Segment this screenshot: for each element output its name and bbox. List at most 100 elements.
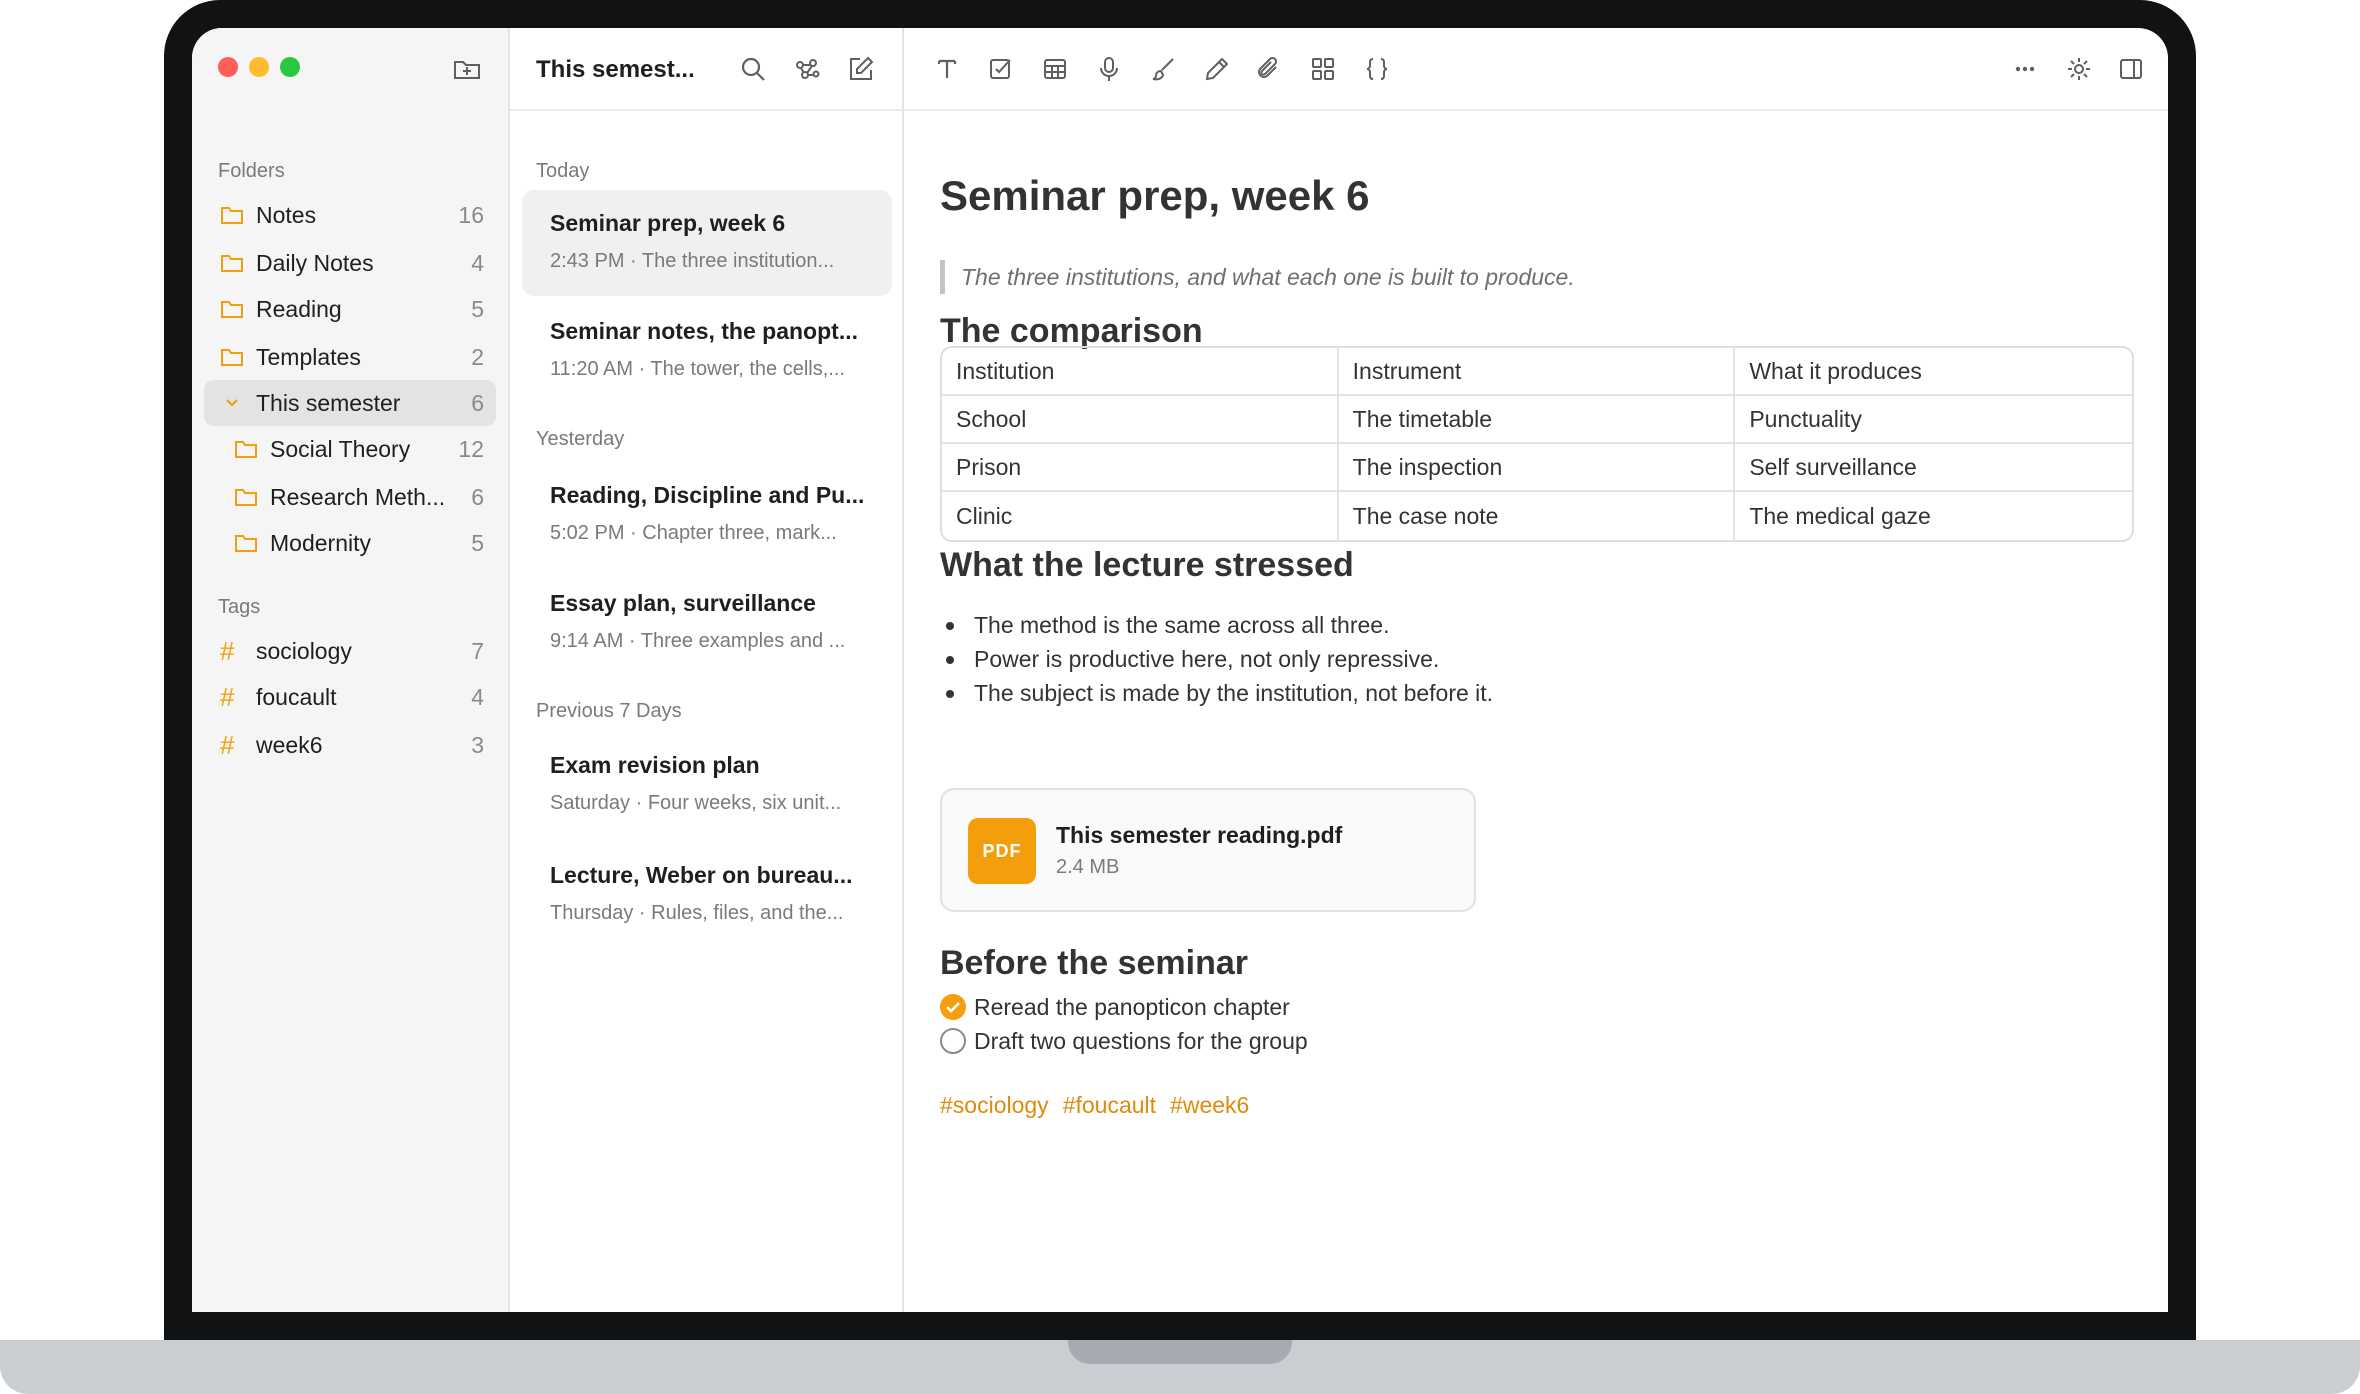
sidebar-item-templates[interactable]: Templates 2 — [204, 334, 496, 380]
text-format-icon[interactable] — [932, 54, 962, 84]
table-cell[interactable]: What it produces — [1735, 348, 2132, 396]
section-today: Today — [536, 160, 590, 182]
pen-icon[interactable] — [1202, 54, 1232, 84]
sidebar-tag-week6[interactable]: # week6 3 — [204, 722, 496, 768]
sidebar-item-label: week6 — [256, 731, 323, 758]
table-row: Prison The inspection Self surveillance — [942, 444, 2132, 492]
sidebar-item-notes[interactable]: Notes 16 — [204, 192, 496, 238]
checklist-icon[interactable] — [986, 54, 1016, 84]
list-item[interactable]: Essay plan, surveillance 9:14 AM · Three… — [522, 570, 892, 676]
sidebar-item-count: 16 — [458, 201, 484, 228]
list-item: The method is the same across all three. — [940, 608, 1493, 642]
table-cell[interactable]: The medical gaze — [1735, 492, 2132, 540]
list-item[interactable]: Seminar prep, week 6 2:43 PM · The three… — [522, 190, 892, 296]
note-title: Reading, Discipline and Pu... — [550, 482, 865, 508]
new-folder-icon[interactable] — [452, 54, 482, 84]
editor-toolbar — [904, 28, 2168, 111]
table-row: Clinic The case note The medical gaze — [942, 492, 2132, 540]
graph-icon[interactable] — [792, 54, 822, 84]
table-icon[interactable] — [1040, 54, 1070, 84]
list-item[interactable]: Reading, Discipline and Pu... 5:02 PM · … — [522, 462, 892, 568]
sidebar-tag-sociology[interactable]: # sociology 7 — [204, 628, 496, 674]
hash-icon: # — [220, 729, 235, 760]
sidebar-item-count: 7 — [471, 637, 484, 664]
sidebar-toggle-icon[interactable] — [2116, 54, 2146, 84]
section-yesterday: Yesterday — [536, 428, 625, 450]
table-cell[interactable]: Institution — [942, 348, 1339, 396]
sidebar-item-label: sociology — [256, 637, 352, 664]
section-previous-7-days: Previous 7 Days — [536, 700, 682, 722]
search-icon[interactable] — [738, 54, 768, 84]
compose-icon[interactable] — [846, 54, 876, 84]
table-cell[interactable]: The inspection — [1338, 444, 1736, 492]
more-icon[interactable] — [2010, 54, 2040, 84]
folder-icon — [234, 438, 258, 460]
heading-before-seminar: Before the seminar — [940, 944, 1248, 982]
sidebar-item-reading[interactable]: Reading 5 — [204, 286, 496, 332]
tag-link[interactable]: #sociology — [940, 1092, 1049, 1119]
app-window: Folders Notes 16 Daily Notes 4 Reading 5… — [192, 28, 2168, 1312]
minimize-window-button[interactable] — [249, 57, 269, 77]
list-item[interactable]: Lecture, Weber on bureau... Thursday · R… — [522, 842, 892, 948]
sidebar-item-count: 6 — [471, 389, 484, 416]
sidebar-item-label: Social Theory — [270, 435, 411, 462]
sidebar-titlebar — [192, 28, 508, 111]
note-tags: #sociology #foucault #week6 — [940, 1092, 1249, 1119]
unchecked-checkbox[interactable] — [940, 1028, 966, 1054]
sidebar-item-research-methods[interactable]: Research Meth... 6 — [204, 474, 496, 520]
folder-icon — [220, 252, 244, 274]
task-label: Reread the panopticon chapter — [974, 993, 1290, 1020]
folder-icon — [234, 532, 258, 554]
checked-checkbox[interactable] — [940, 994, 966, 1020]
table-cell[interactable]: Clinic — [942, 492, 1339, 540]
sidebar-item-label: Modernity — [270, 529, 371, 556]
sidebar-tag-foucault[interactable]: # foucault 4 — [204, 674, 496, 720]
note-list-title: This semest... — [536, 56, 695, 83]
sidebar-item-this-semester[interactable]: This semester 6 — [204, 380, 496, 426]
tag-link[interactable]: #foucault — [1063, 1092, 1156, 1119]
list-item[interactable]: Seminar notes, the panopt... 11:20 AM · … — [522, 298, 892, 404]
note-title: Exam revision plan — [550, 752, 760, 778]
sidebar-item-modernity[interactable]: Modernity 5 — [204, 520, 496, 566]
laptop-notch — [1068, 1340, 1292, 1364]
table-cell[interactable]: Self surveillance — [1735, 444, 2132, 492]
note-snippet: Saturday · Four weeks, six unit... — [550, 792, 842, 814]
task-item: Reread the panopticon chapter — [940, 990, 1290, 1024]
table-cell[interactable]: Prison — [942, 444, 1339, 492]
attachment-size: 2.4 MB — [1056, 856, 1120, 878]
grid-icon[interactable] — [1308, 54, 1338, 84]
table-cell[interactable]: The case note — [1339, 492, 1736, 540]
sidebar-item-daily-notes[interactable]: Daily Notes 4 — [204, 240, 496, 286]
table-row: Institution Instrument What it produces — [942, 348, 2132, 396]
folder-icon — [234, 486, 258, 508]
note-title: Lecture, Weber on bureau... — [550, 862, 853, 888]
table-cell[interactable]: The timetable — [1338, 396, 1736, 444]
bullet-list: The method is the same across all three.… — [940, 608, 1493, 710]
table-cell[interactable]: Instrument — [1338, 348, 1736, 396]
note-title: Seminar prep, week 6 — [550, 210, 786, 236]
brush-icon[interactable] — [1148, 54, 1178, 84]
note-snippet: 2:43 PM · The three institution... — [550, 250, 835, 272]
chevron-down-icon[interactable] — [220, 392, 244, 414]
close-window-button[interactable] — [218, 57, 238, 77]
table-cell[interactable]: Punctuality — [1735, 396, 2132, 444]
paperclip-icon[interactable] — [1254, 54, 1284, 84]
list-item: The subject is made by the institution, … — [940, 676, 1493, 710]
tag-link[interactable]: #week6 — [1170, 1092, 1249, 1119]
sidebar-item-label: Templates — [256, 343, 361, 370]
table-row: School The timetable Punctuality — [942, 396, 2132, 444]
note-snippet: 9:14 AM · Three examples and ... — [550, 630, 846, 652]
note-snippet: 5:02 PM · Chapter three, mark... — [550, 522, 837, 544]
sidebar-item-social-theory[interactable]: Social Theory 12 — [204, 426, 496, 472]
sidebar-item-count: 6 — [471, 483, 484, 510]
list-item[interactable]: Exam revision plan Saturday · Four weeks… — [522, 732, 892, 838]
list-item: Power is productive here, not only repre… — [940, 642, 1493, 676]
pdf-attachment[interactable]: PDF This semester reading.pdf 2.4 MB — [940, 788, 1476, 912]
note-snippet: 11:20 AM · The tower, the cells,... — [550, 358, 845, 380]
zoom-window-button[interactable] — [280, 57, 300, 77]
code-braces-icon[interactable] — [1362, 54, 1392, 84]
folders-heading: Folders — [218, 160, 285, 182]
gear-icon[interactable] — [2064, 54, 2094, 84]
microphone-icon[interactable] — [1094, 54, 1124, 84]
table-cell[interactable]: School — [942, 396, 1339, 444]
